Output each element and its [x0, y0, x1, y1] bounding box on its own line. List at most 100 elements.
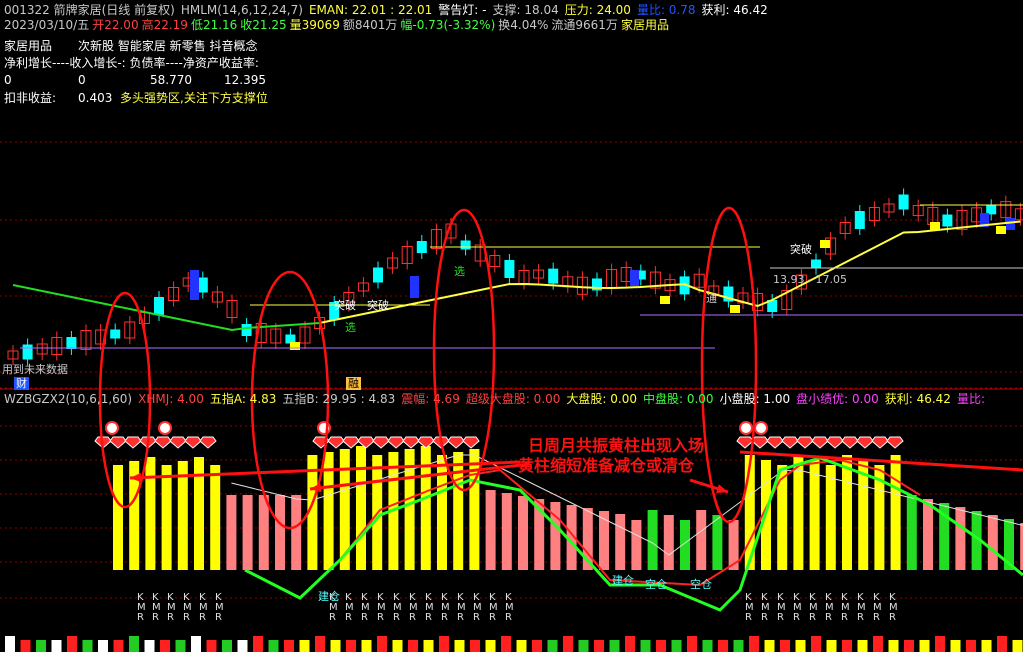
indicator-bar	[842, 455, 852, 570]
indicator-header: WZBGZX2(10,6,1,60) XHMJ: 4.00 五指A: 4.83 五指B…	[4, 392, 991, 406]
candle-body	[373, 267, 383, 283]
volume-square	[470, 640, 480, 652]
signal-letter: R	[761, 612, 768, 623]
volume-square	[439, 636, 449, 652]
indicator-bar	[161, 465, 172, 570]
volume-square	[888, 640, 899, 652]
signal-letter: R	[841, 612, 848, 623]
candle-body	[811, 259, 821, 269]
volume-square	[780, 640, 790, 652]
volume-marker	[410, 276, 419, 298]
volume-square	[656, 640, 666, 652]
volume-square	[315, 636, 325, 652]
header-segment: 超级大盘股: 0.00	[465, 392, 561, 406]
volume-square	[206, 640, 217, 652]
volume-square	[377, 636, 387, 652]
trend-note: 多头强势区,关注下方支撑位	[120, 91, 268, 105]
volume-square	[36, 640, 46, 652]
signal-letter: R	[215, 612, 222, 623]
yellow-candle	[996, 226, 1006, 234]
deduct-value: 0.403	[78, 91, 113, 105]
signal-letter: R	[809, 612, 816, 623]
indicator-bar	[890, 455, 901, 570]
volume-square	[175, 640, 186, 652]
volume-square	[284, 640, 294, 652]
indicator-bar	[955, 507, 966, 570]
volume-square	[144, 640, 155, 652]
diamond-icon	[417, 436, 435, 449]
volume-square	[826, 640, 837, 652]
volume-square	[222, 640, 232, 652]
indicator-bar	[906, 495, 917, 570]
header-segment: 大盘股: 0.00	[566, 392, 637, 406]
volume-square	[423, 640, 434, 652]
header-segment: 获利: 46.42	[701, 3, 768, 17]
concepts-label: 次新股 智能家居 新零售 抖音概念	[78, 39, 258, 53]
volume-square	[842, 640, 852, 652]
header-segment: HMLM(14,6,12,24,7)	[180, 3, 303, 17]
signal-letter: R	[329, 612, 336, 623]
highlight-ellipse	[432, 208, 496, 492]
indicator-bar	[356, 446, 366, 570]
breakout-label: 突破	[790, 243, 812, 256]
volume-square	[702, 640, 713, 652]
header-segment: 幅-0.73(-3.32%)	[400, 18, 496, 32]
volume-square	[191, 636, 201, 652]
signal-letter: R	[825, 612, 832, 623]
volume-square	[501, 636, 511, 652]
build-position-label: 建仓	[612, 574, 634, 587]
yellow-candle	[730, 305, 740, 313]
header-segment: 压力: 24.00	[564, 3, 631, 17]
candle-body	[898, 194, 909, 210]
volume-square	[671, 640, 682, 652]
breakout-label: 突破	[367, 299, 389, 312]
indicator-bar	[291, 495, 302, 570]
volume-square	[764, 640, 775, 652]
indicator-bar	[258, 495, 269, 570]
volume-square	[578, 640, 589, 652]
signal-letter: R	[345, 612, 352, 623]
volume-square	[563, 636, 573, 652]
signal-letter: R	[183, 612, 190, 623]
signal-letter: R	[167, 612, 174, 623]
margin-badge[interactable]: 融	[346, 377, 361, 390]
indicator-bar	[987, 515, 998, 570]
volume-square	[516, 640, 527, 652]
header-segment: 获利: 46.42	[884, 392, 951, 406]
header-segment: 小盘股: 1.00	[719, 392, 791, 406]
target-icon	[105, 421, 119, 435]
diamond-icon	[372, 436, 390, 449]
header-segment: 低21.16	[190, 18, 238, 32]
indicator-bar	[210, 465, 221, 570]
diamond-icon	[387, 436, 405, 449]
signal-letter: R	[199, 612, 206, 623]
highlight-ellipse	[700, 206, 758, 524]
diamond-icon	[871, 436, 889, 449]
signal-letter: R	[441, 612, 448, 623]
volume-square	[904, 640, 914, 652]
diamond-icon	[402, 436, 420, 449]
volume-square	[795, 640, 806, 652]
build-position-label: 建仓	[318, 590, 340, 603]
finance-badge[interactable]: 财	[14, 377, 29, 390]
diamond-icon	[886, 436, 904, 449]
indicator-bar	[631, 520, 642, 570]
target-icon	[739, 421, 753, 435]
candle-body	[504, 260, 515, 278]
signal-letter: R	[393, 612, 400, 623]
volume-square	[67, 636, 77, 652]
indicator-bar	[712, 515, 723, 570]
volume-square	[935, 636, 945, 652]
select-marker: 选	[454, 265, 465, 278]
candle-body	[66, 337, 77, 349]
empty-position-label: 空仓	[690, 578, 712, 591]
indicator-bar	[809, 460, 820, 570]
header-segment: 量比: 0.78	[636, 3, 696, 17]
candle-body	[154, 297, 164, 315]
candle-body	[854, 211, 865, 229]
diamond-icon	[462, 436, 480, 449]
diamond-icon	[109, 436, 127, 449]
indicator-bar	[599, 511, 609, 570]
target-icon	[158, 421, 172, 435]
indicator-bar	[696, 510, 707, 570]
